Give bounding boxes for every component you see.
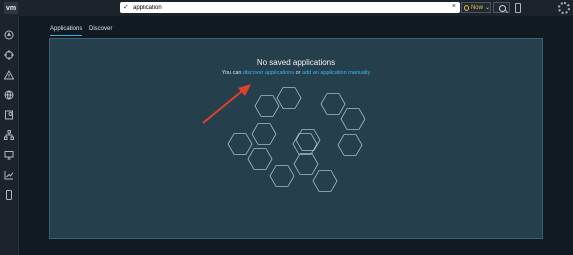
reports-icon[interactable] xyxy=(4,170,14,180)
hexagon-shape xyxy=(295,129,321,151)
add-application-link[interactable]: add an application manually xyxy=(302,70,370,76)
hexagon-shape xyxy=(254,95,280,117)
search-button[interactable] xyxy=(493,2,510,13)
sidebar xyxy=(0,16,19,255)
discover-applications-link[interactable]: discover applications xyxy=(243,70,294,76)
search-input[interactable] xyxy=(131,2,435,13)
hexagon-shape xyxy=(312,170,338,192)
hexagon-shape xyxy=(269,165,295,187)
time-label: Now xyxy=(470,4,483,11)
alert-icon[interactable] xyxy=(4,70,14,80)
phone-icon[interactable] xyxy=(515,3,521,13)
clock-icon xyxy=(464,4,469,11)
main-content: Applications Discover No saved applicati… xyxy=(19,16,573,255)
empty-state-message: You can discover applications or add an … xyxy=(50,70,542,76)
hexagon-shape xyxy=(340,108,366,130)
hexagon-shape xyxy=(337,134,363,156)
hexagon-shape xyxy=(227,133,253,155)
time-selector[interactable]: Now ⌄ xyxy=(461,2,491,13)
tab-applications[interactable]: Applications xyxy=(50,25,83,36)
search-icon: ✓ xyxy=(123,3,129,11)
hexagon-shape xyxy=(276,87,302,109)
troubleshoot-icon[interactable] xyxy=(4,50,14,60)
search-icon xyxy=(499,5,506,12)
tab-discover[interactable]: Discover xyxy=(89,25,112,35)
monitor-icon[interactable] xyxy=(4,150,14,160)
top-bar: vm ✓ × Now ⌄ xyxy=(0,0,573,16)
device-icon[interactable] xyxy=(4,190,14,200)
chevron-down-icon: ⌄ xyxy=(484,5,490,11)
empty-state-title: No saved applications xyxy=(256,58,336,67)
hexagon-shape xyxy=(247,148,273,170)
topology-icon[interactable] xyxy=(4,130,14,140)
message-or: or xyxy=(295,70,301,76)
plan-icon[interactable] xyxy=(4,110,14,120)
hexagon-shape xyxy=(320,93,346,115)
message-prefix: You can xyxy=(221,70,242,76)
hexagon-shape xyxy=(292,133,318,155)
vmware-logo[interactable]: vm xyxy=(4,2,18,14)
home-icon[interactable] xyxy=(4,30,14,40)
hexagon-shape xyxy=(251,123,277,145)
applications-panel: No saved applications You can discover a… xyxy=(49,38,543,239)
gear-icon[interactable] xyxy=(558,2,570,14)
network-icon[interactable] xyxy=(4,90,14,100)
search-box[interactable]: ✓ × xyxy=(120,2,460,13)
clear-icon[interactable]: × xyxy=(452,3,456,10)
hexagon-shape xyxy=(293,153,319,175)
